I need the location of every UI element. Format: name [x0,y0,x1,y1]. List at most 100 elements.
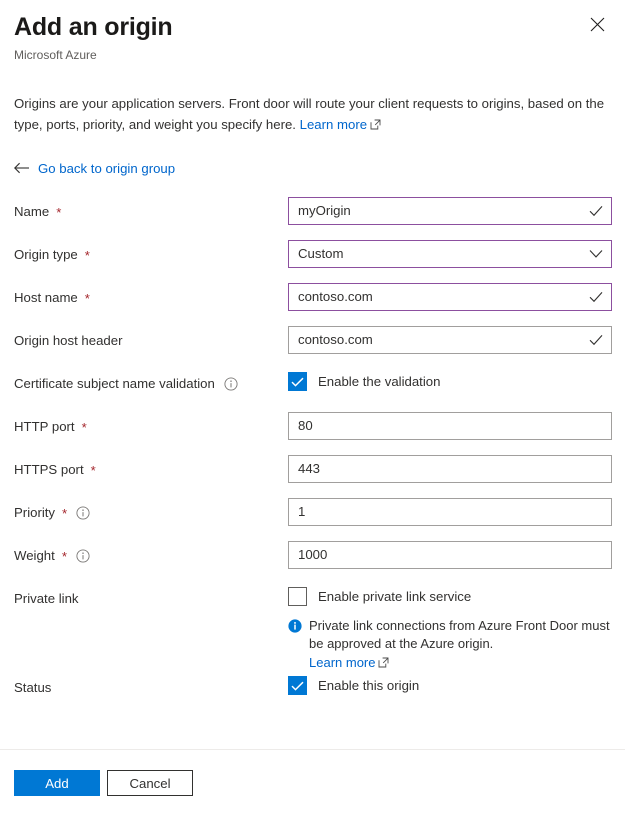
arrow-left-icon [14,162,30,177]
form-row-host-name: Host name * contoso.com [0,283,625,326]
label-private-link-text: Private link [14,590,79,608]
label-weight: Weight * [14,541,288,565]
private-link-note-body: Private link connections from Azure Fron… [309,617,618,673]
control-http-port: 80 [288,412,612,440]
private-link-note: Private link connections from Azure Fron… [288,617,618,673]
status-checkbox-label: Enable this origin [318,677,419,695]
control-name: myOrigin [288,197,612,225]
control-weight: 1000 [288,541,612,569]
label-origin-type: Origin type * [14,240,288,264]
label-status-text: Status [14,679,51,697]
label-host-name: Host name * [14,283,288,307]
form-row-status: Status Enable this origin [0,673,625,716]
go-back-link[interactable]: Go back to origin group [14,160,611,178]
certificate-validation-checkbox-label: Enable the validation [318,373,440,391]
required-marker: * [85,292,90,305]
learn-more-label: Learn more [300,117,367,132]
form-row-https-port: HTTPS port * 443 [0,455,625,498]
weight-input[interactable]: 1000 [288,541,612,569]
private-link-checkbox-label: Enable private link service [318,588,471,606]
control-origin-host-header: contoso.com [288,326,612,354]
priority-input[interactable]: 1 [288,498,612,526]
external-link-icon [378,655,389,673]
control-certificate-validation: Enable the validation [288,369,611,391]
panel-header: Add an origin Microsoft Azure [0,0,625,63]
private-link-checkbox-row[interactable]: Enable private link service [288,584,618,606]
name-input-value: myOrigin [289,202,611,220]
close-icon [590,17,605,32]
add-origin-panel: Add an origin Microsoft Azure Origins ar… [0,0,625,816]
weight-input-value: 1000 [289,546,611,564]
required-marker: * [82,421,87,434]
https-port-input[interactable]: 443 [288,455,612,483]
certificate-validation-checkbox-row[interactable]: Enable the validation [288,369,611,391]
label-origin-type-text: Origin type [14,246,78,264]
origin-type-selected-value: Custom [289,245,611,263]
origin-host-header-input-value: contoso.com [289,331,611,349]
https-port-input-value: 443 [289,460,611,478]
private-link-checkbox[interactable] [288,587,307,606]
label-host-name-text: Host name [14,289,78,307]
origin-form: Name * myOrigin Origin type * Custom [0,197,625,749]
required-marker: * [56,206,61,219]
cancel-button[interactable]: Cancel [107,770,193,796]
info-circle-icon[interactable] [76,506,90,520]
form-row-weight: Weight * 1000 [0,541,625,584]
form-row-http-port: HTTP port * 80 [0,412,625,455]
label-http-port: HTTP port * [14,412,288,436]
info-circle-icon[interactable] [76,549,90,563]
control-origin-type: Custom [288,240,612,268]
label-priority: Priority * [14,498,288,522]
http-port-input[interactable]: 80 [288,412,612,440]
private-link-learn-more-link[interactable]: Learn more [309,654,618,673]
label-name-text: Name [14,203,49,221]
label-https-port: HTTPS port * [14,455,288,479]
form-row-private-link: Private link Enable private link service [0,584,625,673]
go-back-label: Go back to origin group [38,160,175,178]
form-row-name: Name * myOrigin [0,197,625,240]
name-input[interactable]: myOrigin [288,197,612,225]
label-https-port-text: HTTPS port [14,461,84,479]
origin-type-select[interactable]: Custom [288,240,612,268]
certificate-validation-checkbox[interactable] [288,372,307,391]
add-button[interactable]: Add [14,770,100,796]
status-checkbox-row[interactable]: Enable this origin [288,673,611,695]
panel-description: Origins are your application servers. Fr… [14,93,611,136]
private-link-note-text: Private link connections from Azure Fron… [309,618,610,651]
priority-input-value: 1 [289,503,611,521]
control-https-port: 443 [288,455,612,483]
host-name-input-value: contoso.com [289,288,611,306]
origin-host-header-input[interactable]: contoso.com [288,326,612,354]
label-private-link: Private link [14,584,288,608]
label-origin-host-header: Origin host header [14,326,288,350]
form-row-origin-host-header: Origin host header contoso.com [0,326,625,369]
label-weight-text: Weight [14,547,55,565]
required-marker: * [62,550,67,563]
form-row-origin-type: Origin type * Custom [0,240,625,283]
required-marker: * [62,507,67,520]
label-certificate-validation-text: Certificate subject name validation [14,375,215,393]
required-marker: * [91,464,96,477]
host-name-input[interactable]: contoso.com [288,283,612,311]
http-port-input-value: 80 [289,417,611,435]
page-title: Add an origin [14,12,609,42]
label-status: Status [14,673,288,697]
form-row-certificate-validation: Certificate subject name validation Enab… [0,369,625,412]
panel-footer: Add Cancel [0,749,625,816]
close-button[interactable] [583,10,611,38]
private-link-learn-more-label: Learn more [309,655,375,670]
info-filled-icon [288,617,302,673]
control-host-name: contoso.com [288,283,612,311]
label-priority-text: Priority [14,504,55,522]
status-checkbox[interactable] [288,676,307,695]
label-http-port-text: HTTP port [14,418,75,436]
form-row-priority: Priority * 1 [0,498,625,541]
info-circle-icon[interactable] [224,377,238,391]
control-status: Enable this origin [288,673,611,695]
page-subtitle: Microsoft Azure [14,47,609,63]
control-priority: 1 [288,498,612,526]
external-link-icon [370,115,381,136]
label-origin-host-header-text: Origin host header [14,332,123,350]
description-learn-more-link[interactable]: Learn more [300,117,367,132]
label-certificate-validation: Certificate subject name validation [14,369,288,393]
